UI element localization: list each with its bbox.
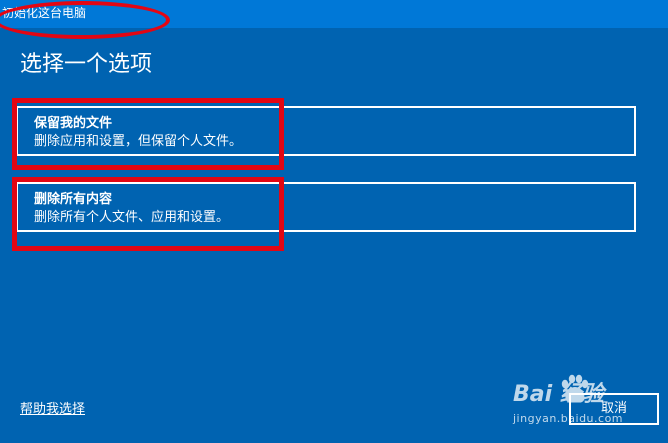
option-description: 删除应用和设置，但保留个人文件。	[34, 134, 243, 149]
help-me-choose-link[interactable]: 帮助我选择	[20, 401, 85, 419]
remove-everything-option[interactable]: 删除所有内容 删除所有个人文件、应用和设置。	[16, 182, 636, 232]
keep-my-files-option[interactable]: 保留我的文件 删除应用和设置，但保留个人文件。	[16, 106, 636, 156]
option-title: 保留我的文件	[34, 116, 113, 131]
option-title: 删除所有内容	[34, 192, 113, 207]
option-description: 删除所有个人文件、应用和设置。	[34, 210, 230, 225]
cancel-button[interactable]: 取消	[569, 393, 659, 425]
window-title: 初始化这台电脑	[2, 6, 87, 20]
page-title: 选择一个选项	[20, 52, 153, 77]
title-bar: 初始化这台电脑	[0, 0, 668, 28]
